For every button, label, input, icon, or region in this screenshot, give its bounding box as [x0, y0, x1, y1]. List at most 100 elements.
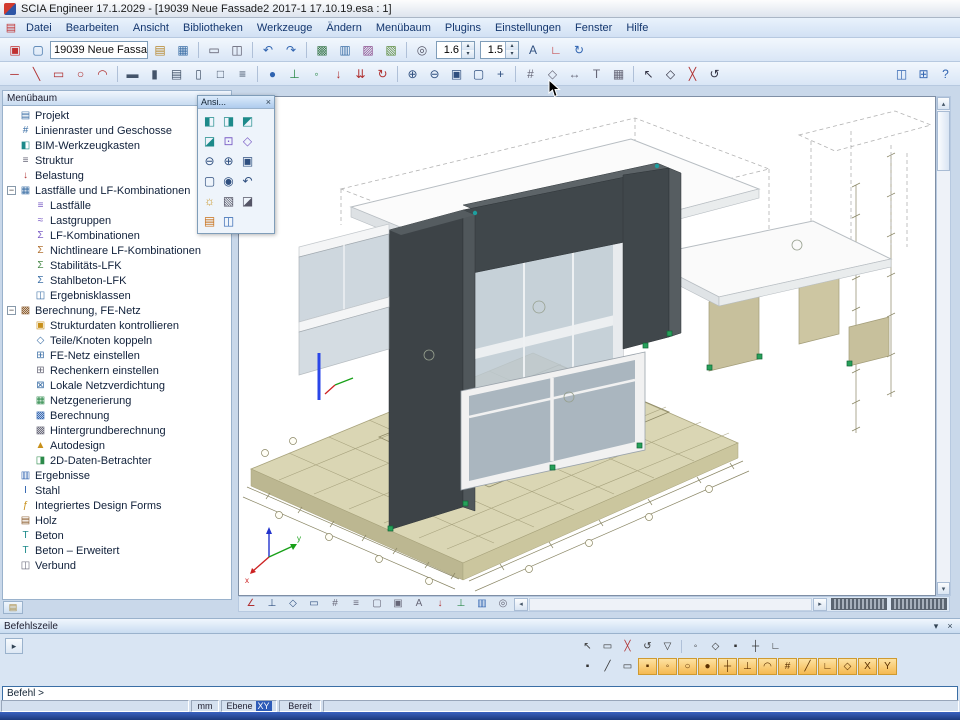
zoom-window-icon[interactable]: ▣ — [446, 63, 467, 84]
window-grip-1[interactable] — [831, 598, 887, 610]
tree-expander-icon[interactable] — [7, 156, 16, 165]
tree-expander-icon[interactable] — [7, 111, 16, 120]
snap-edge-toggle-icon[interactable]: ╱ — [798, 658, 817, 675]
deselect-icon[interactable]: ╳ — [682, 63, 703, 84]
dimension-icon[interactable]: ↔ — [564, 63, 585, 84]
menu-item[interactable]: Werkzeuge — [250, 20, 319, 36]
open-icon[interactable]: ▤ — [149, 39, 171, 61]
undo-icon[interactable]: ↶ — [257, 39, 279, 61]
view-front-icon[interactable]: ◧ — [200, 111, 219, 131]
tree-item[interactable]: ⊞ Rechenkern einstellen — [3, 363, 231, 378]
raster-icon[interactable]: # — [325, 596, 345, 612]
working-plane-icon[interactable]: ▭ — [304, 596, 324, 612]
rectangle-icon[interactable]: ▭ — [48, 63, 69, 84]
tree-item[interactable]: I Stahl — [3, 483, 231, 498]
snap-intersection-toggle-icon[interactable]: ┼ — [718, 658, 737, 675]
tree-item[interactable]: ⊠ Lokale Netzverdichtung — [3, 378, 231, 393]
snap-orthogonal-icon[interactable]: ∟ — [766, 638, 785, 655]
tree-item[interactable]: ⊞ FE-Netz einstellen — [3, 348, 231, 363]
snap-grid-toggle-icon[interactable]: # — [778, 658, 797, 675]
snap-center-toggle-icon[interactable]: ○ — [678, 658, 697, 675]
tree-item[interactable]: ◫ Verbund — [3, 558, 231, 573]
snap-node-toggle-icon[interactable]: ● — [698, 658, 717, 675]
storey-icon[interactable]: ≡ — [346, 596, 366, 612]
select-icon[interactable]: ↖ — [638, 63, 659, 84]
moment-load-icon[interactable]: ↻ — [372, 63, 393, 84]
view-top-icon[interactable]: ⊡ — [219, 131, 238, 151]
help-icon[interactable]: ? — [935, 63, 956, 84]
tree-expander-icon[interactable] — [22, 411, 31, 420]
tree-item[interactable]: Σ Nichtlineare LF-Kombinationen — [3, 243, 231, 258]
tree-item[interactable]: ▥ Ergebnisse — [3, 468, 231, 483]
tree-item[interactable]: T Beton — [3, 528, 231, 543]
rib-icon[interactable]: ≡ — [232, 63, 253, 84]
wall-icon[interactable]: ▯ — [188, 63, 209, 84]
refresh-icon[interactable]: ↻ — [568, 39, 590, 61]
circle-icon[interactable]: ○ — [70, 63, 91, 84]
panel-tab-icon[interactable]: ▤ — [3, 601, 23, 614]
menu-item[interactable]: Datei — [19, 20, 59, 36]
activity-icon[interactable]: ◎ — [411, 39, 433, 61]
view-parameters-icon[interactable]: ▤ — [200, 211, 219, 231]
arc-icon[interactable]: ◠ — [92, 63, 113, 84]
tree-expander-icon[interactable] — [7, 471, 16, 480]
hscroll-track[interactable] — [529, 598, 812, 611]
text-icon[interactable]: T — [586, 63, 607, 84]
node-icon[interactable]: ● — [262, 63, 283, 84]
command-panel-header[interactable]: Befehlszeile ▾ × — [0, 619, 960, 634]
snap-midpoint-toggle-icon[interactable]: ◦ — [658, 658, 677, 675]
support-display-icon[interactable]: ⊥ — [451, 596, 471, 612]
font-size-icon[interactable]: A — [522, 39, 544, 61]
tree-item[interactable]: ƒ Integriertes Design Forms — [3, 498, 231, 513]
snap-midpoint-icon[interactable]: ◇ — [706, 638, 725, 655]
view-back-icon[interactable]: ◨ — [219, 111, 238, 131]
engineering-report-icon[interactable]: ▥ — [334, 39, 356, 61]
light-icon[interactable]: ☼ — [200, 191, 219, 211]
opening-icon[interactable]: □ — [210, 63, 231, 84]
tree-item[interactable]: ▲ Autodesign — [3, 438, 231, 453]
previous-selection-icon[interactable]: ↺ — [704, 63, 725, 84]
pan-icon[interactable]: + — [490, 63, 511, 84]
snap-perpendicular-toggle-icon[interactable]: ⊥ — [738, 658, 757, 675]
calculator-icon[interactable]: ▩ — [311, 39, 333, 61]
cursor-snap-point-icon[interactable]: ▪ — [578, 658, 597, 675]
tree-item[interactable]: T Beton – Erweitert — [3, 543, 231, 558]
labels-icon[interactable]: A — [409, 596, 429, 612]
tree-item[interactable]: Σ Stabilitäts-LFK — [3, 258, 231, 273]
beam-icon[interactable]: ▬ — [122, 63, 143, 84]
tree-expander-icon[interactable] — [22, 261, 31, 270]
layers-icon[interactable]: ▧ — [380, 39, 402, 61]
tree-expander-icon[interactable] — [7, 141, 16, 150]
status-units[interactable]: mm — [191, 700, 219, 712]
model-3d-canvas[interactable]: y x — [239, 97, 935, 595]
point-load-icon[interactable]: ↓ — [328, 63, 349, 84]
command-input[interactable]: Befehl > — [2, 686, 958, 701]
tree-expander-icon[interactable] — [22, 336, 31, 345]
line-load-icon[interactable]: ⇊ — [350, 63, 371, 84]
tree-expander-icon[interactable] — [7, 126, 16, 135]
zoom-out-icon[interactable]: ⊖ — [200, 151, 219, 171]
select-box-icon[interactable]: ▭ — [598, 638, 617, 655]
menu-item[interactable]: Ansicht — [126, 20, 176, 36]
selection-filter-icon[interactable]: ▽ — [658, 638, 677, 655]
menu-item[interactable]: Einstellungen — [488, 20, 568, 36]
column-icon[interactable]: ▮ — [144, 63, 165, 84]
tree-expander-icon[interactable] — [7, 501, 16, 510]
print-preview-icon[interactable]: ◫ — [226, 39, 248, 61]
tree-expander-icon[interactable] — [7, 516, 16, 525]
coordinate-input-icon[interactable]: ⊥ — [262, 596, 282, 612]
scroll-left-icon[interactable]: ◂ — [514, 598, 528, 611]
view-palette[interactable]: Ansi... × ◧◨◩◪⊡◇⊖⊕▣▢◉↶☼▧◪▤◫ — [197, 95, 275, 234]
scroll-down-icon[interactable]: ▾ — [937, 582, 950, 595]
scale-stepper-1[interactable]: 1.6 ▴▾ — [436, 41, 475, 59]
ortho-toggle-icon[interactable]: ∟ — [818, 658, 837, 675]
view-right-icon[interactable]: ◪ — [200, 131, 219, 151]
stepper-up-icon[interactable]: ▴ — [506, 42, 518, 50]
support-icon[interactable]: ⊥ — [284, 63, 305, 84]
plate-icon[interactable]: ▤ — [166, 63, 187, 84]
menu-item[interactable]: Ändern — [319, 20, 368, 36]
tree-expander-icon[interactable] — [22, 426, 31, 435]
save-icon[interactable]: ▦ — [172, 39, 194, 61]
zoom-selection-icon[interactable]: ◉ — [219, 171, 238, 191]
clipping-box-icon[interactable]: ▧ — [219, 191, 238, 211]
